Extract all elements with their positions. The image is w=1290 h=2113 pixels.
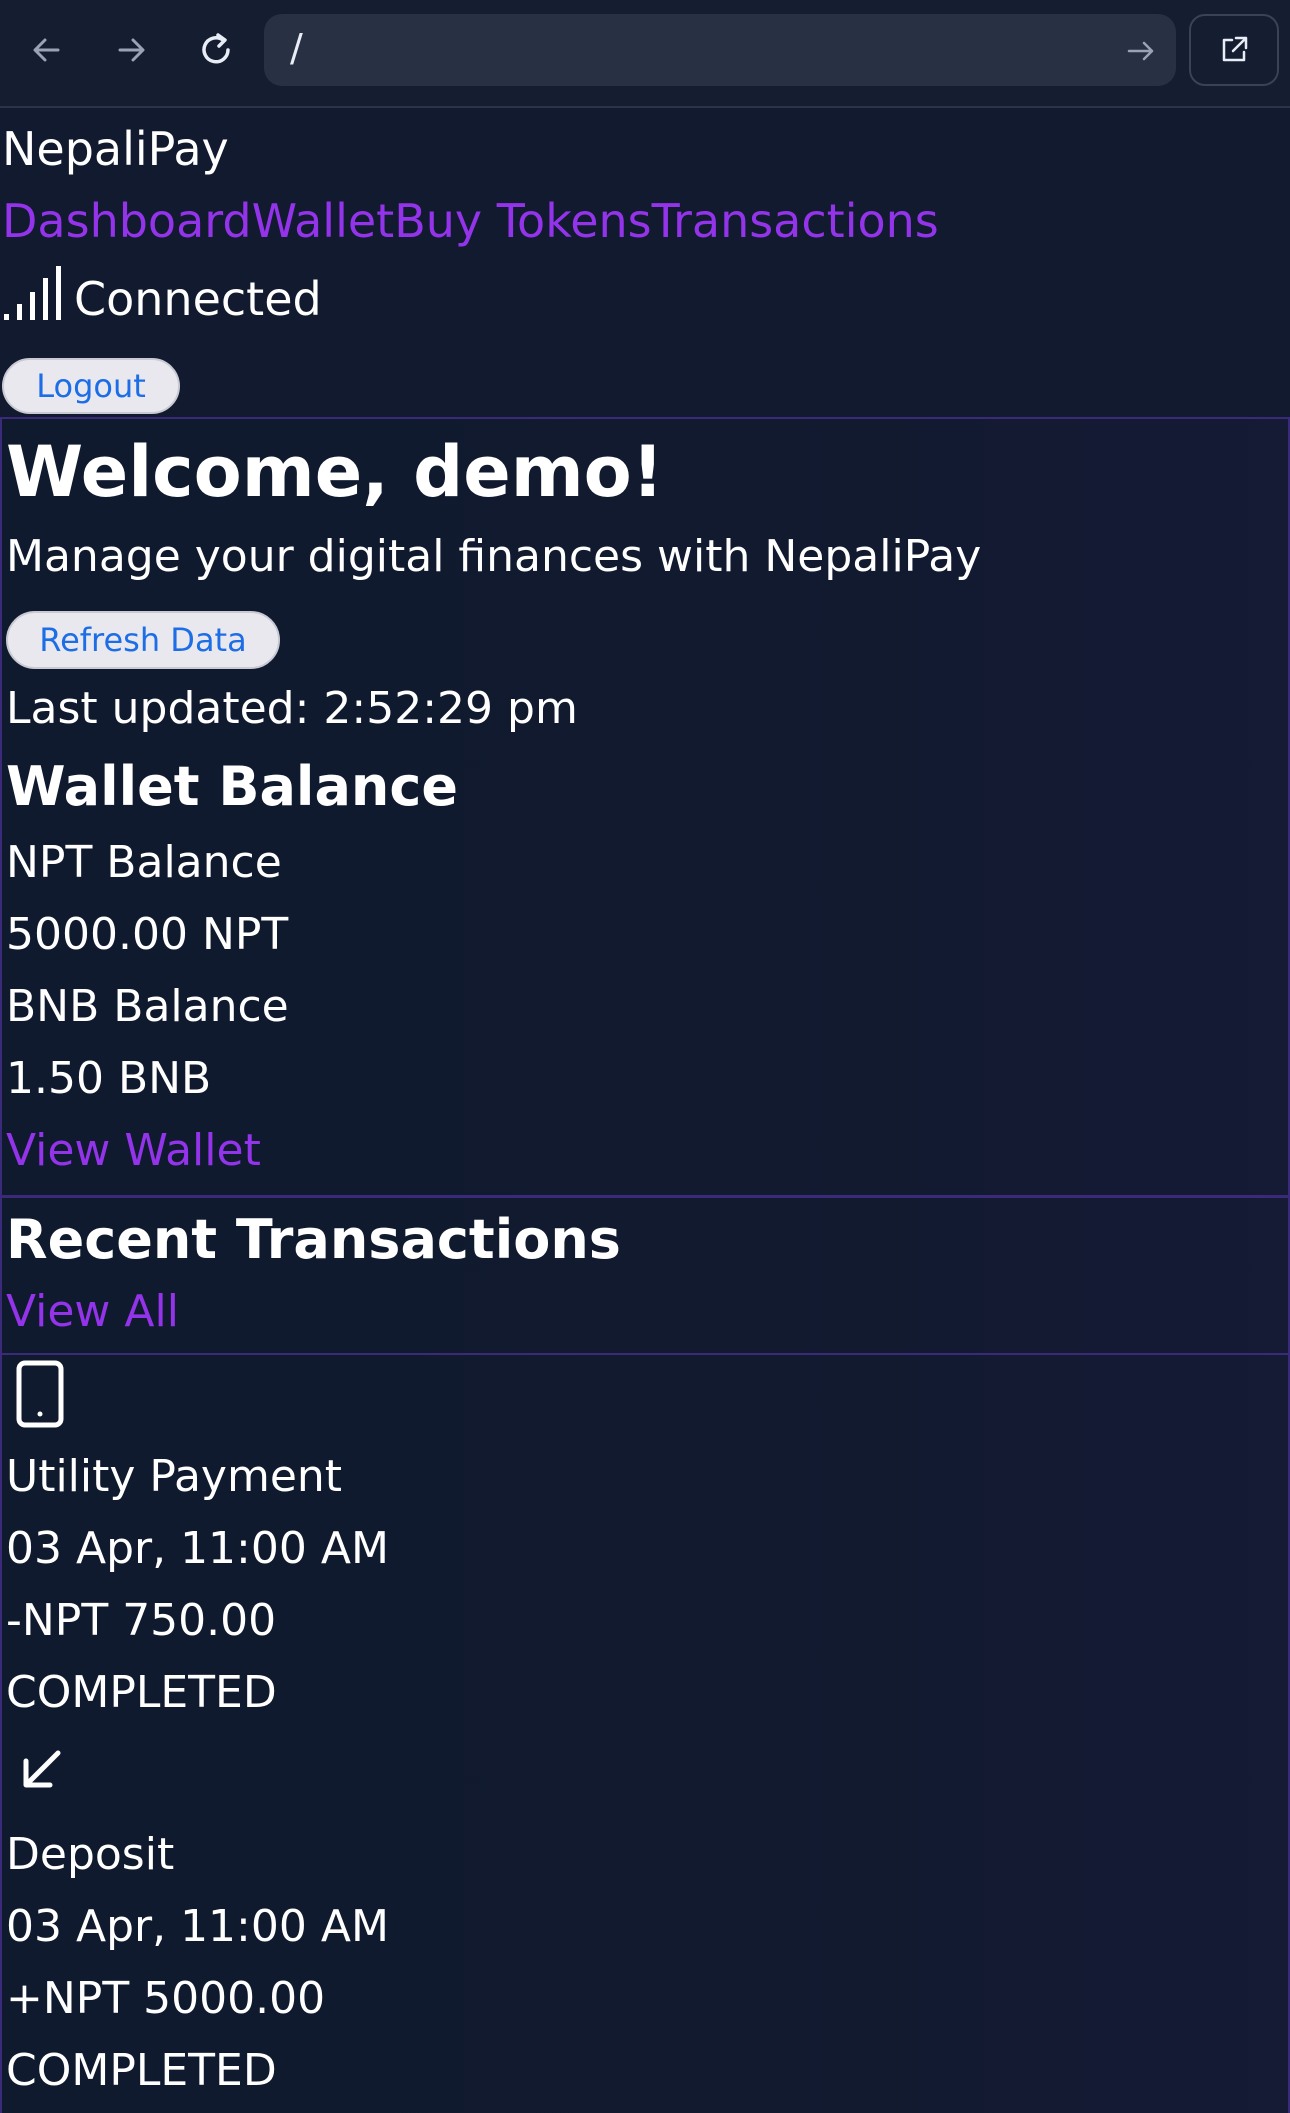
transaction-status: COMPLETED: [6, 2045, 277, 2096]
transaction-status: COMPLETED: [6, 1667, 277, 1718]
view-all-link[interactable]: View All: [6, 1286, 179, 1337]
external-link-icon: [1222, 36, 1248, 62]
nav-dashboard[interactable]: Dashboard: [2, 194, 252, 248]
brand-name: NepaliPay: [2, 122, 229, 176]
arrow-right-icon: [118, 38, 145, 62]
browser-toolbar: /: [0, 0, 1290, 108]
nav-buy-tokens[interactable]: Buy Tokens: [394, 194, 651, 248]
welcome-subtitle: Manage your digital finances with Nepali…: [6, 531, 982, 582]
last-updated: Last updated: 2:52:29 pm: [6, 683, 578, 734]
open-external-button[interactable]: [1189, 14, 1279, 86]
refresh-data-button[interactable]: Refresh Data: [6, 611, 280, 669]
transactions-title: Recent Transactions: [6, 1208, 621, 1271]
go-arrow-icon[interactable]: [1124, 34, 1158, 68]
transaction-date: 03 Apr, 11:00 AM: [6, 1901, 389, 1952]
connection-indicator: Connected: [2, 264, 322, 324]
transaction-name: Utility Payment: [6, 1451, 343, 1502]
signal-icon: [4, 266, 61, 320]
recent-transactions-card: Recent Transactions View All: [0, 1195, 1290, 1355]
forward-button[interactable]: [96, 14, 168, 86]
reload-icon: [202, 33, 230, 64]
address-text: /: [290, 26, 303, 70]
transactions-list: Utility Payment 03 Apr, 11:00 AM -NPT 75…: [0, 1353, 1290, 2113]
transaction-date: 03 Apr, 11:00 AM: [6, 1523, 389, 1574]
npt-balance-label: NPT Balance: [6, 837, 282, 888]
back-button[interactable]: [12, 14, 84, 86]
transaction-amount: -NPT 750.00: [6, 1595, 277, 1646]
view-wallet-link[interactable]: View Wallet: [6, 1125, 261, 1176]
main-nav: DashboardWalletBuy TokensTransactions: [2, 194, 939, 248]
smartphone-icon: [14, 1359, 70, 1429]
reload-button[interactable]: [180, 14, 252, 86]
nav-transactions[interactable]: Transactions: [652, 194, 939, 248]
transaction-name: Deposit: [6, 1829, 175, 1880]
logout-button[interactable]: Logout: [2, 358, 180, 414]
bnb-balance-label: BNB Balance: [6, 981, 289, 1032]
npt-balance-value: 5000.00 NPT: [6, 909, 289, 960]
connection-status: Connected: [74, 272, 322, 326]
arrow-down-left-icon: [18, 1745, 66, 1793]
wallet-title: Wallet Balance: [6, 755, 458, 818]
arrow-left-icon: [33, 38, 60, 62]
welcome-title: Welcome, demo!: [6, 431, 664, 513]
address-bar[interactable]: /: [264, 14, 1176, 86]
nav-wallet[interactable]: Wallet: [252, 194, 395, 248]
bnb-balance-value: 1.50 BNB: [6, 1053, 212, 1104]
transaction-amount: +NPT 5000.00: [6, 1973, 326, 2024]
